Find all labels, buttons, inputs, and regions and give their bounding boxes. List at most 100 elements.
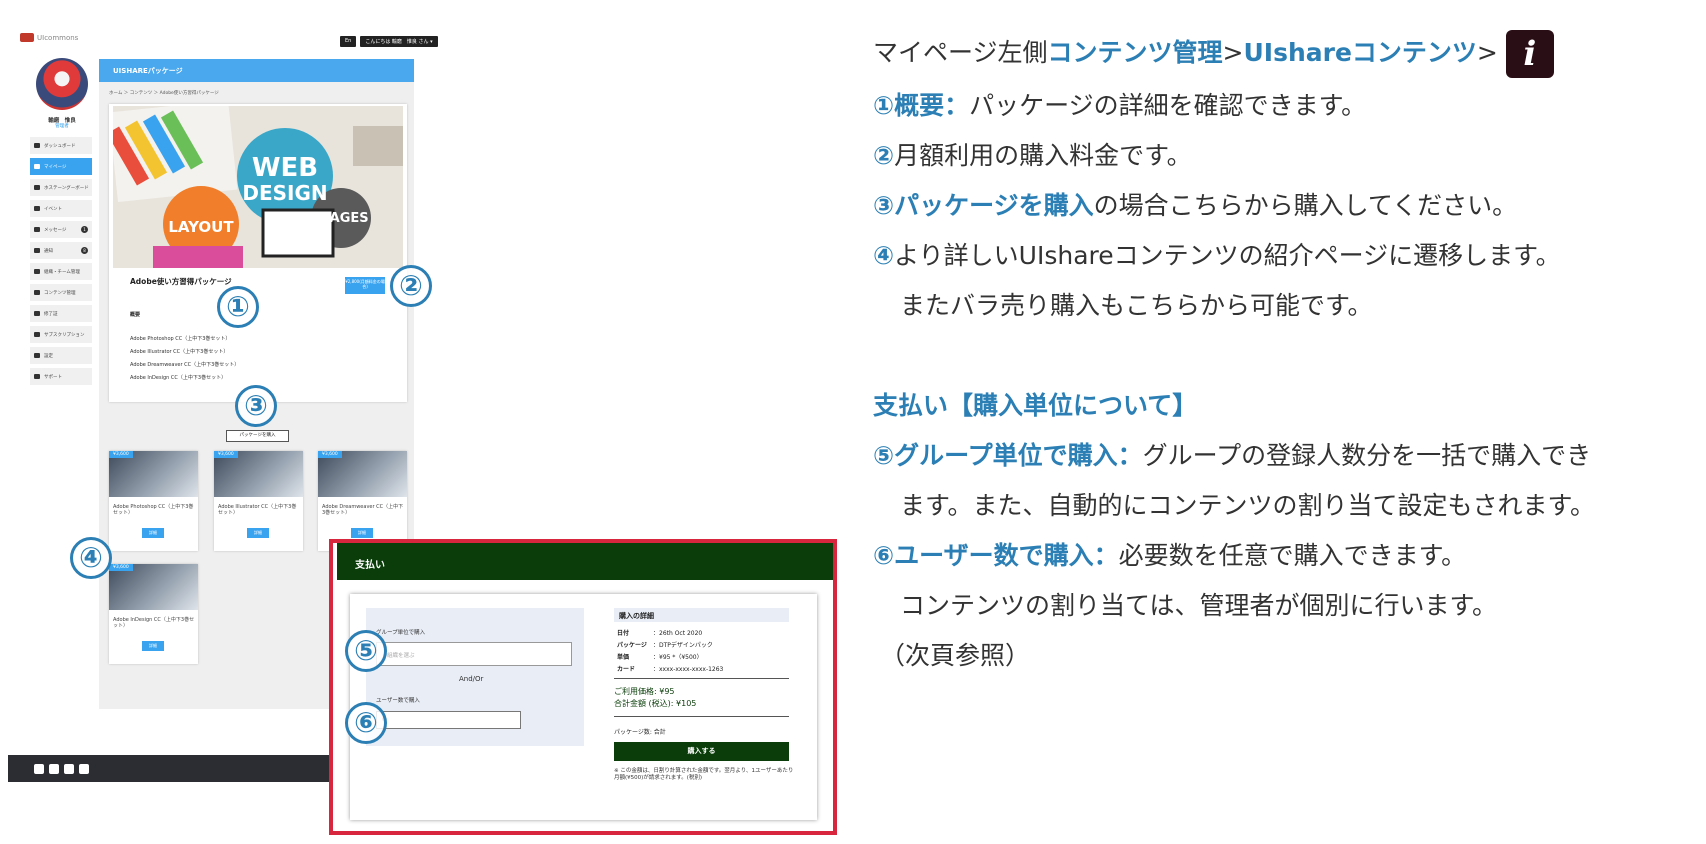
package-count: パッケージ数: 合計: [614, 729, 666, 736]
sidebar-item-label: サポート: [44, 374, 62, 380]
product-price: ¥3,600: [214, 451, 238, 458]
facebook-icon[interactable]: [49, 763, 59, 774]
marker-6: ⑥: [345, 702, 387, 744]
sidebar-item-content[interactable]: コンテンツ管理: [30, 284, 92, 301]
explain-line-2-text: 月額利用の購入料金です。: [894, 141, 1192, 170]
explain-line-3-text: の場合こちらから購入してください。: [1093, 191, 1518, 220]
marker-1: ①: [217, 286, 259, 328]
gear-icon: [34, 353, 40, 358]
message-icon: [34, 227, 40, 232]
product-card[interactable]: ¥3,600 Adobe Photoshop CC（上中下3巻セット） 詳細: [109, 451, 198, 551]
sidebar-item-organization[interactable]: 組織・チーム管理: [30, 263, 92, 280]
explain-line-1-label: ①概要：: [873, 91, 970, 120]
detail-row: 日付 ：26th Oct 2020: [617, 628, 723, 640]
footer: [8, 755, 330, 782]
product-card[interactable]: ¥3,600 Adobe Illustrator CC（上中下3巻セット） 詳細: [214, 451, 303, 551]
detail-row: カード ：xxxx-xxxx-xxxx-1263: [617, 664, 723, 676]
sidebar-item-certificate[interactable]: 修了証: [30, 305, 92, 322]
detail-key: パッケージ: [617, 642, 647, 649]
total-amount: 合計金額 (税込): ¥105: [614, 699, 697, 708]
sidebar-item-events[interactable]: イベント: [30, 200, 92, 217]
sidebar-item-support[interactable]: サポート: [30, 368, 92, 385]
detail-button[interactable]: 詳細: [247, 528, 269, 538]
detail-value: ：xxxx-xxxx-xxxx-1263: [653, 666, 724, 673]
marker-5: ⑤: [345, 630, 387, 672]
avatar[interactable]: [36, 58, 88, 110]
certificate-icon: [34, 311, 40, 316]
user-count-label: ユーザー数で購入: [376, 698, 420, 704]
product-name: Adobe Photoshop CC（上中下3巻セット）: [113, 504, 194, 516]
app-list: Adobe Photoshop CC（上中下3巻セット） Adobe Illus…: [130, 333, 239, 385]
explain-line-6: ⑤グループ単位で購入：グループの登録人数分を一括で購入でき: [873, 436, 1591, 472]
explain-line-1: ①概要：パッケージの詳細を確認できます。: [873, 86, 1366, 122]
product-price: ¥3,600: [109, 564, 133, 571]
sidebar-item-label: ホステーングーボード: [44, 185, 89, 191]
instagram-icon[interactable]: [64, 763, 74, 774]
sidebar-item-dashboard[interactable]: ダッシュボード: [30, 137, 92, 154]
hero-word-pages: PAGES: [321, 211, 368, 226]
product-price: ¥3,600: [318, 451, 342, 458]
explain-line-2: ②月額利用の購入料金です。: [873, 136, 1192, 172]
nav-path-separator: >: [1222, 38, 1244, 67]
explain-line-10: （次頁参照）: [880, 641, 1031, 670]
content-icon: [34, 290, 40, 295]
detail-button[interactable]: 詳細: [351, 528, 373, 538]
logo-text: UIcommons: [37, 33, 79, 42]
sidebar-item-messages[interactable]: メッセージ 1: [30, 221, 92, 238]
dashboard-icon: [34, 143, 40, 148]
language-button[interactable]: En: [340, 36, 357, 47]
explain-line-3: ③パッケージを購入の場合こちらから購入してください。: [873, 186, 1517, 222]
sidebar-item-label: 組織・チーム管理: [44, 269, 80, 275]
app-logo[interactable]: UIcommons: [20, 33, 78, 42]
user-count-input[interactable]: 0: [376, 711, 521, 729]
product-card[interactable]: ¥3,600 Adobe Dreamweaver CC（上中下3巻セット） 詳細: [318, 451, 407, 551]
explain-line-8: ⑥ユーザー数で購入：必要数を任意で購入できます。: [873, 536, 1466, 572]
group-select[interactable]: 組織を選ぶ: [376, 642, 572, 666]
explain-line-3-label: ③パッケージを購入: [873, 191, 1094, 220]
explain-line-4-number: ④: [873, 241, 895, 270]
explain-line-6-label: ⑤グループ単位で購入：: [873, 441, 1143, 470]
product-card[interactable]: ¥3,600 Adobe InDesign CC（上中下3巻セット） 詳細: [109, 564, 198, 664]
marker-3: ③: [235, 385, 277, 427]
hero-illustration: WEB DESIGN LAYOUT PAGES: [113, 106, 403, 268]
info-icon: i: [1505, 30, 1554, 78]
detail-button[interactable]: 詳細: [142, 528, 164, 538]
product-name: Adobe InDesign CC（上中下3巻セット）: [113, 617, 195, 629]
sidebar-item-notifications[interactable]: 通知 8: [30, 242, 92, 259]
marker-4: ④: [70, 537, 112, 579]
usage-price: ご利用価格: ¥95: [614, 687, 675, 696]
sidebar-item-label: コンテンツ管理: [44, 290, 76, 296]
hero-word-web: WEB: [252, 153, 318, 183]
sidebar-item-label: 通知: [44, 248, 53, 254]
breadcrumb[interactable]: ホーム ＞ コンテンツ ＞ Adobe使い方習得パッケージ: [109, 90, 219, 96]
twitter-icon[interactable]: [34, 763, 44, 774]
overview-label: 概要: [130, 312, 141, 318]
top-buttons: En こんにちは 輸磨 惟良 さん ▾: [340, 36, 438, 47]
payment-heading: 支払い【購入単位について】: [873, 391, 1198, 420]
detail-key: カード: [617, 666, 636, 673]
sidebar-item-label: マイページ: [44, 164, 67, 170]
messages-badge: 1: [81, 226, 88, 233]
confirm-purchase-button[interactable]: 購入する: [614, 742, 789, 761]
payment-note: ※ この金額は、日割り計算された金額です。翌月より、1ユーザーあたり月額(¥50…: [614, 768, 794, 781]
buy-package-button[interactable]: パッケージを購入: [226, 430, 289, 442]
package-title: Adobe使い方習得パッケージ: [130, 277, 232, 286]
sidebar-item-settings[interactable]: 設定: [30, 347, 92, 364]
subscription-icon: [34, 332, 40, 337]
nav-path-content: コンテンツ管理: [1047, 38, 1223, 67]
nav-path-uishare: UIshareコンテンツ: [1243, 38, 1477, 67]
and-or-label: And/Or: [459, 675, 484, 683]
sidebar-item-hosting[interactable]: ホステーングーボード: [30, 179, 92, 196]
sidebar-item-mypage[interactable]: マイページ: [30, 158, 92, 175]
explain-line-6-text: グループの登録人数分を一括で購入でき: [1142, 441, 1592, 470]
sidebar: ダッシュボード マイページ ホステーングーボード イベント メッセージ 1 通知 8…: [30, 137, 92, 389]
explain-line-9: コンテンツの割り当ては、管理者が個別に行います。: [900, 591, 1498, 620]
group-purchase-label: グループ単位で購入: [376, 630, 426, 636]
youtube-icon[interactable]: [79, 763, 89, 774]
payment-title: 支払い: [337, 543, 833, 580]
detail-button[interactable]: 詳細: [142, 641, 164, 651]
divider: [614, 716, 789, 717]
sidebar-item-subscription[interactable]: サブスクリプション: [30, 326, 92, 343]
user-menu-button[interactable]: こんにちは 輸磨 惟良 さん ▾: [360, 36, 438, 47]
board-icon: [34, 185, 40, 190]
